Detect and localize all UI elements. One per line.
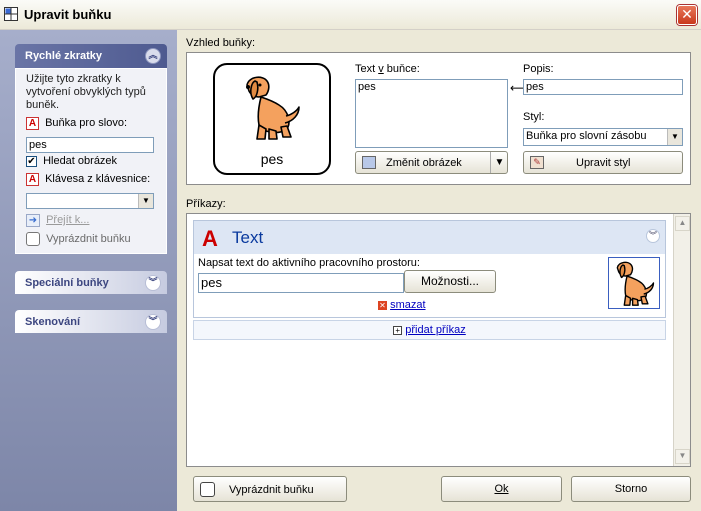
- appearance-group: pes Text v buňce: pes Změnit obrázek ▼ ⟷…: [186, 52, 691, 185]
- text-command-icon: A: [202, 226, 218, 251]
- preview-caption: pes: [260, 151, 284, 167]
- key-label: Klávesa z klávesnice:: [45, 173, 151, 185]
- cancel-label: Storno: [614, 483, 648, 495]
- description-label: Popis:: [523, 63, 554, 75]
- word-cell-input[interactable]: pes: [26, 137, 154, 153]
- scroll-up-icon[interactable]: ▲: [675, 216, 690, 231]
- window-title: Upravit buňku: [24, 7, 112, 22]
- change-image-label: Změnit obrázek: [386, 157, 462, 169]
- chevron-down-icon[interactable]: ︾: [145, 275, 161, 291]
- empty-cell-icon: [200, 482, 215, 497]
- dropdown-arrow-icon[interactable]: ▼: [667, 129, 682, 145]
- close-icon: ✕: [681, 6, 693, 22]
- clear-cell-button[interactable]: Vyprázdnit buňku: [193, 476, 347, 502]
- ok-button[interactable]: Ok: [441, 476, 562, 502]
- description-input[interactable]: pes: [523, 79, 683, 95]
- chevron-down-icon[interactable]: ︾: [145, 314, 161, 330]
- section-label: Skenování: [25, 316, 81, 328]
- cancel-button[interactable]: Storno: [571, 476, 691, 502]
- clear-cell-button-label: Vyprázdnit buňku: [229, 484, 314, 496]
- style-select-value: Buňka pro slovní zásobu: [526, 130, 647, 142]
- image-icon: [362, 156, 376, 169]
- delete-command-link[interactable]: smazat: [390, 299, 425, 311]
- add-command-row[interactable]: + přidat příkaz: [193, 320, 666, 340]
- clear-cell-label: Vyprázdnit buňku: [46, 232, 131, 245]
- word-cell-label: Buňka pro slovo:: [45, 117, 127, 129]
- chevron-down-icon[interactable]: ︾: [646, 229, 660, 243]
- commands-list: A Text ︾ Napsat text do aktivního pracov…: [186, 213, 691, 467]
- edit-style-label: Upravit styl: [576, 157, 631, 169]
- goto-label: Přejít k...: [46, 214, 90, 226]
- goto-row[interactable]: ➜ Přejít k...: [26, 214, 89, 227]
- text-a-icon: A: [26, 117, 39, 130]
- style-select[interactable]: Buňka pro slovní zásobu ▼: [523, 128, 683, 146]
- empty-cell-icon: [26, 232, 40, 246]
- find-picture-row[interactable]: ✔ Hledat obrázek: [26, 155, 117, 167]
- text-a-icon: A: [26, 173, 39, 186]
- text-in-cell-input[interactable]: pes: [355, 79, 508, 148]
- command-image: [608, 257, 660, 309]
- style-label: Styl:: [523, 111, 545, 123]
- vertical-scrollbar[interactable]: ▲ ▼: [673, 214, 690, 466]
- delete-icon: ✕: [378, 301, 387, 310]
- section-label: Speciální buňky: [25, 277, 109, 289]
- shortcuts-intro: Užijte tyto zkratky k vytvoření obvyklýc…: [26, 73, 146, 111]
- section-header-scanning[interactable]: Skenování ︾: [15, 310, 167, 333]
- scroll-down-icon[interactable]: ▼: [675, 449, 690, 464]
- key-row: A Klávesa z klávesnice:: [26, 173, 150, 186]
- change-image-button[interactable]: Změnit obrázek ▼: [355, 151, 508, 174]
- find-picture-checkbox[interactable]: ✔: [26, 156, 37, 167]
- command-description: Napsat text do aktivního pracovního pros…: [198, 257, 420, 269]
- arrow-right-icon: ➜: [26, 214, 40, 227]
- dog-thumbnail: [616, 261, 655, 306]
- dropdown-arrow-icon[interactable]: ▼: [138, 194, 153, 208]
- add-command-link[interactable]: přidat příkaz: [405, 324, 466, 336]
- title-bar: Upravit buňku ✕: [0, 0, 701, 30]
- section-label: Rychlé zkratky: [25, 50, 103, 62]
- options-button[interactable]: Možnosti...: [404, 270, 496, 293]
- chevron-up-icon[interactable]: ︽: [145, 48, 161, 64]
- close-button[interactable]: ✕: [677, 5, 697, 25]
- find-picture-label: Hledat obrázek: [43, 155, 118, 167]
- commands-group-label: Příkazy:: [186, 198, 226, 210]
- brush-icon: ✎: [530, 156, 544, 169]
- section-header-quick-shortcuts[interactable]: Rychlé zkratky ︽: [15, 44, 167, 68]
- quick-shortcuts-panel: Užijte tyto zkratky k vytvoření obvyklýc…: [15, 68, 167, 254]
- cell-preview[interactable]: pes: [213, 63, 331, 175]
- text-in-cell-label: Text v buňce:: [355, 63, 420, 75]
- plus-icon: +: [393, 326, 403, 335]
- clear-cell-row[interactable]: Vyprázdnit buňku: [26, 232, 131, 246]
- ok-label: Ok: [494, 483, 509, 495]
- edit-style-button[interactable]: ✎ Upravit styl: [523, 151, 683, 174]
- appearance-group-label: Vzhled buňky:: [186, 37, 256, 49]
- command-title: Text: [232, 228, 264, 247]
- command-card: A Text ︾ Napsat text do aktivního pracov…: [193, 220, 666, 318]
- command-text-input[interactable]: pes: [198, 273, 404, 293]
- key-select[interactable]: ▼: [26, 193, 154, 209]
- dropdown-arrow-icon[interactable]: ▼: [490, 152, 508, 173]
- dog-image: [246, 76, 300, 140]
- delete-command-row[interactable]: ✕ smazat: [378, 299, 426, 311]
- command-header: [194, 221, 665, 254]
- grid-icon: [4, 7, 18, 21]
- word-cell-row: A Buňka pro slovo:: [26, 117, 127, 130]
- section-header-special-cells[interactable]: Speciální buňky ︾: [15, 271, 167, 294]
